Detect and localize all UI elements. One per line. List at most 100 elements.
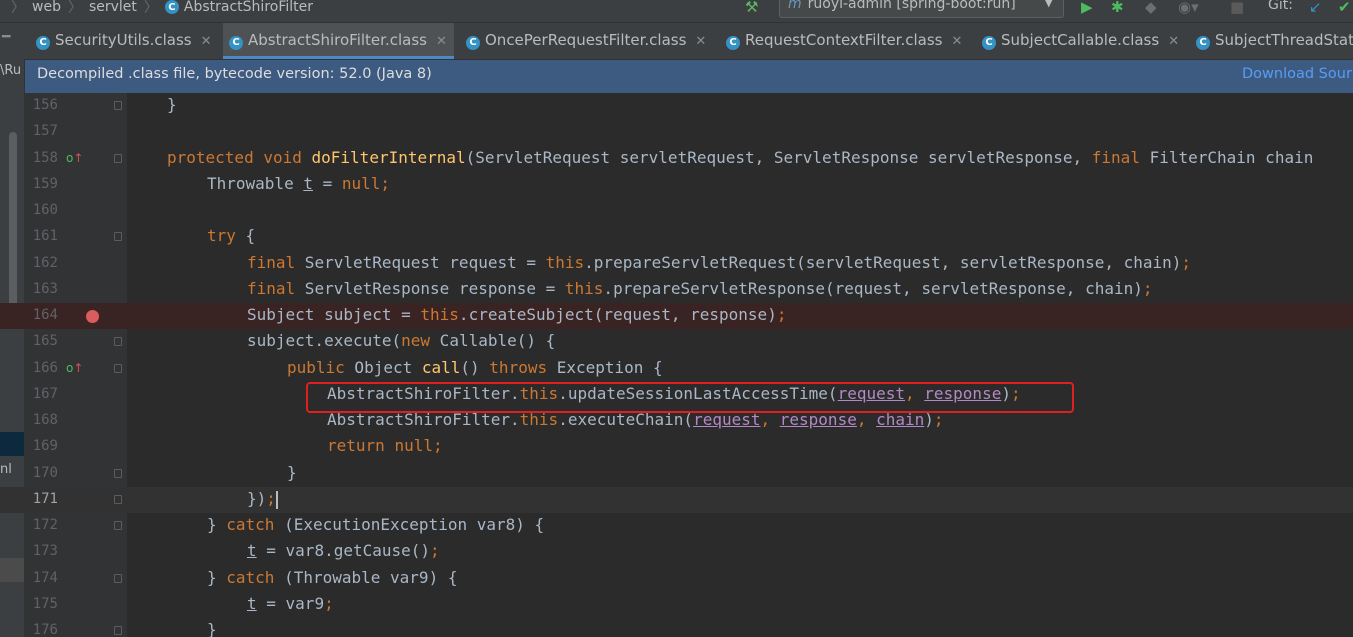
tabs-left-arrow-icon[interactable]: ━	[2, 29, 10, 45]
fold-marker-icon[interactable]	[114, 364, 122, 373]
code-line-173: 173 t = var8.getCause();	[0, 539, 1353, 565]
code-line-175: 175 t = var9;	[0, 592, 1353, 618]
fold-marker-icon[interactable]	[114, 626, 122, 635]
code-line-165: 165 subject.execute(new Callable() {	[0, 329, 1353, 355]
fold-marker-icon[interactable]	[114, 232, 122, 241]
code-token: final	[1091, 148, 1140, 167]
fold-marker-icon[interactable]	[114, 521, 122, 530]
code-token: (Throwable var9) {	[274, 568, 458, 587]
code-line-166: 166 o↑ public Object call() throws Excep…	[0, 356, 1353, 382]
fold-marker-icon[interactable]	[114, 337, 122, 346]
git-update-icon[interactable]: ↙	[1309, 0, 1322, 16]
code-token: void	[263, 148, 302, 167]
code-text: try {	[207, 226, 255, 245]
code-token: })	[247, 489, 267, 508]
line-number: 176	[32, 622, 58, 637]
code-token: ;	[1181, 253, 1192, 272]
close-icon[interactable]: ✕	[951, 34, 962, 49]
tab-subject-thread-state[interactable]: C SubjectThreadStat	[1190, 23, 1353, 59]
code-line-156: 156 }	[0, 93, 1353, 119]
code-line-164: 164 Subject subject = this.createSubject…	[0, 303, 1353, 329]
line-number: 166	[32, 360, 58, 376]
breadcrumb-servlet[interactable]: servlet	[89, 0, 137, 15]
text-caret	[275, 490, 278, 509]
line-number: 161	[32, 228, 58, 244]
code-text: t = var9;	[247, 594, 334, 613]
line-number: 157	[32, 123, 58, 139]
fold-marker-icon[interactable]	[114, 154, 122, 163]
code-token: = var9	[256, 594, 325, 613]
project-fragment: \Ru	[0, 63, 22, 78]
code-token: new	[401, 331, 431, 350]
code-token: (request, response)	[593, 305, 777, 324]
class-icon: C	[36, 35, 50, 50]
debug-icon[interactable]: ✱	[1111, 0, 1124, 16]
tab-subject-callable[interactable]: C SubjectCallable.class ✕	[976, 23, 1184, 59]
breadcrumb-sep: 〉	[143, 0, 158, 16]
line-number: 173	[32, 543, 58, 559]
tab-security-utils[interactable]: C SecurityUtils.class ✕	[30, 23, 217, 59]
tab-label: SubjectThreadStat	[1215, 31, 1353, 49]
tab-label: AbstractShiroFilter.class	[248, 31, 427, 49]
run-icon[interactable]: ▶	[1081, 0, 1093, 16]
profile-icon[interactable]: ◉▾	[1178, 0, 1199, 16]
code-text: }	[287, 463, 297, 482]
breakpoint-icon[interactable]	[86, 310, 99, 323]
download-sources-link[interactable]: Download Sour	[1242, 66, 1352, 82]
fold-marker-icon[interactable]	[114, 101, 122, 110]
code-token: Subject subject =	[247, 305, 421, 324]
line-number: 159	[32, 176, 58, 192]
tab-once-per-request-filter[interactable]: C OncePerRequestFilter.class ✕	[460, 23, 714, 59]
stop-icon[interactable]: ■	[1230, 0, 1244, 16]
override-marker-icon[interactable]: o↑	[66, 361, 83, 375]
code-token: }	[167, 95, 177, 114]
code-line-163: 163 final ServletResponse response = thi…	[0, 277, 1353, 303]
breadcrumb-web[interactable]: web	[32, 0, 61, 15]
override-marker-icon[interactable]: o↑	[66, 151, 83, 165]
line-number: 172	[32, 517, 58, 533]
code-token: ;	[266, 489, 276, 508]
build-hammer-icon[interactable]: ⚒	[745, 0, 758, 16]
close-icon[interactable]: ✕	[1168, 34, 1179, 49]
git-commit-icon[interactable]: ✔	[1338, 0, 1351, 16]
decompiled-banner: Decompiled .class file, bytecode version…	[25, 60, 1353, 93]
code-token: }	[207, 568, 227, 587]
class-icon: C	[466, 35, 480, 50]
fold-marker-icon[interactable]	[114, 574, 122, 583]
tab-label: RequestContextFilter.class	[745, 31, 943, 49]
close-icon[interactable]: ✕	[201, 34, 212, 49]
code-token: FilterChain chain	[1139, 148, 1314, 167]
class-icon: C	[1196, 35, 1210, 50]
code-token: t	[247, 541, 257, 560]
code-token: return	[327, 436, 385, 455]
code-text: final ServletRequest request = this.prep…	[247, 253, 1191, 272]
fold-marker-icon[interactable]	[114, 469, 122, 478]
code-line-174: 174 } catch (Throwable var9) {	[0, 566, 1353, 592]
tab-request-context-filter[interactable]: C RequestContextFilter.class ✕	[720, 23, 970, 59]
code-token: .	[603, 279, 614, 298]
close-icon[interactable]: ✕	[695, 34, 706, 49]
fold-marker-icon[interactable]	[114, 495, 122, 504]
code-token: createSubject	[468, 305, 594, 324]
code-token: {	[235, 226, 256, 245]
close-icon[interactable]: ✕	[436, 34, 447, 49]
code-token: catch	[226, 515, 275, 534]
code-token: ;	[430, 541, 440, 560]
git-label: Git:	[1268, 0, 1293, 13]
line-number: 171	[32, 491, 58, 507]
tab-abstract-shiro-filter[interactable]: C AbstractShiroFilter.class ✕	[223, 23, 454, 59]
coverage-icon[interactable]: ◆	[1145, 0, 1157, 16]
run-config-label: ruoyi-admin [spring-boot:run]	[807, 0, 1016, 12]
line-number: 167	[32, 386, 58, 402]
code-text: } catch (ExecutionException var8) {	[207, 515, 544, 534]
run-configuration-dropdown[interactable]: m ruoyi-admin [spring-boot:run] ▼	[779, 0, 1064, 18]
breadcrumb-class[interactable]: AbstractShiroFilter	[184, 0, 313, 15]
code-line-158: 158 o↑ protected void doFilterInternal(S…	[0, 146, 1353, 172]
code-token: getCause	[333, 541, 411, 560]
code-token: doFilterInternal	[311, 148, 466, 167]
code-token: (servletRequest, servletResponse, chain)	[796, 253, 1182, 272]
code-token: subject.	[247, 331, 325, 350]
code-line-160: 160	[0, 198, 1353, 224]
code-token: ;	[1142, 279, 1153, 298]
